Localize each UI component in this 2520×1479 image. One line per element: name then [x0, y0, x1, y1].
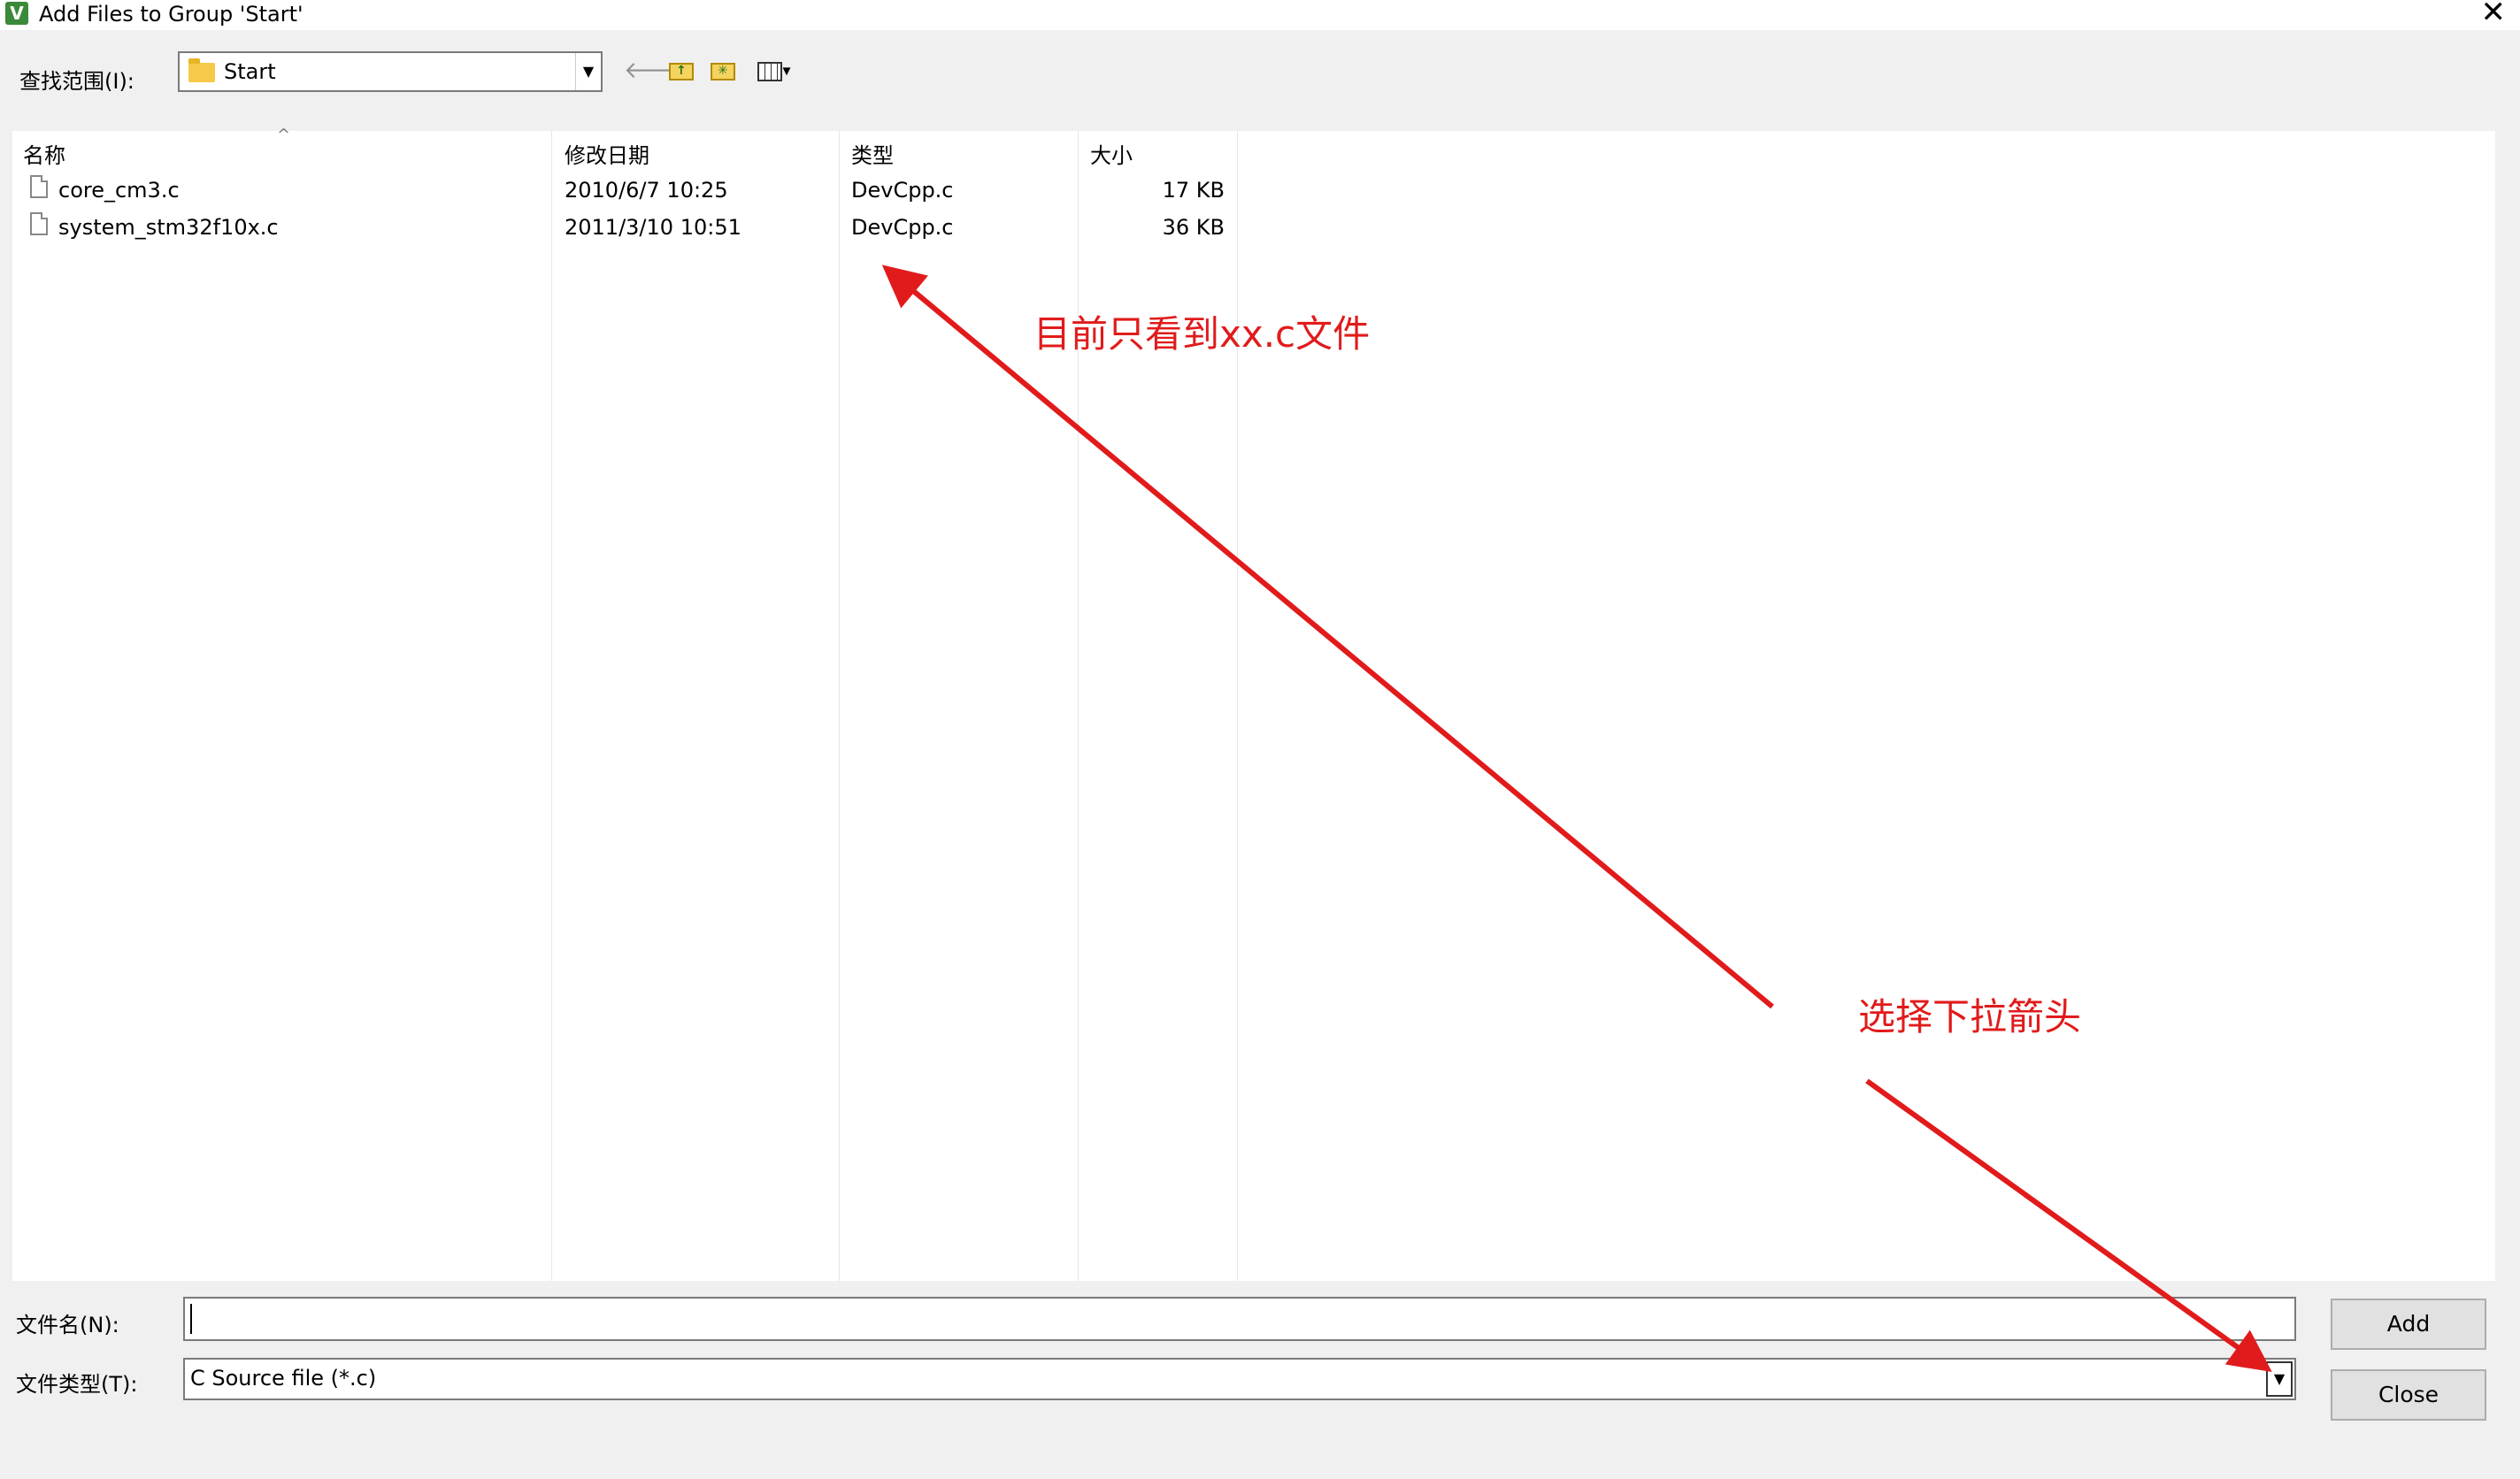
annotation-arrow-1	[881, 264, 1774, 1009]
annotation-arrow-2	[1865, 1078, 2272, 1373]
annotation-arrows	[881, 264, 2272, 1373]
